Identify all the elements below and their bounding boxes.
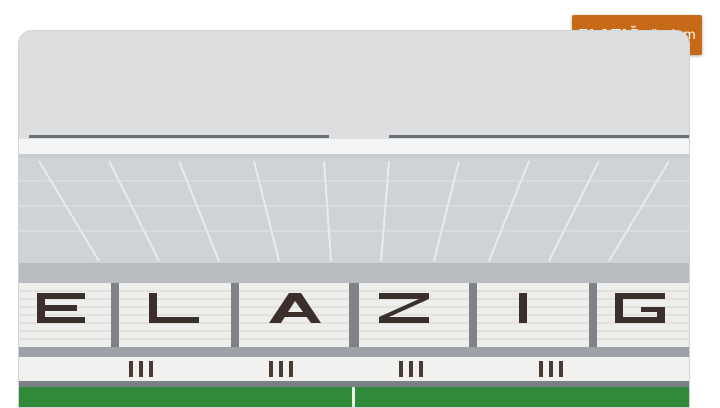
lower-stand bbox=[19, 357, 689, 381]
halfway-line bbox=[352, 387, 355, 407]
roof-underside bbox=[19, 158, 689, 263]
concourse bbox=[19, 263, 689, 283]
stadium-photo bbox=[18, 30, 690, 408]
roof-fascia bbox=[19, 139, 689, 155]
cropped-title-fragment bbox=[60, 0, 70, 16]
stadium-illustration bbox=[19, 31, 689, 407]
tier-divider bbox=[19, 347, 689, 357]
perimeter-wall bbox=[19, 381, 689, 387]
